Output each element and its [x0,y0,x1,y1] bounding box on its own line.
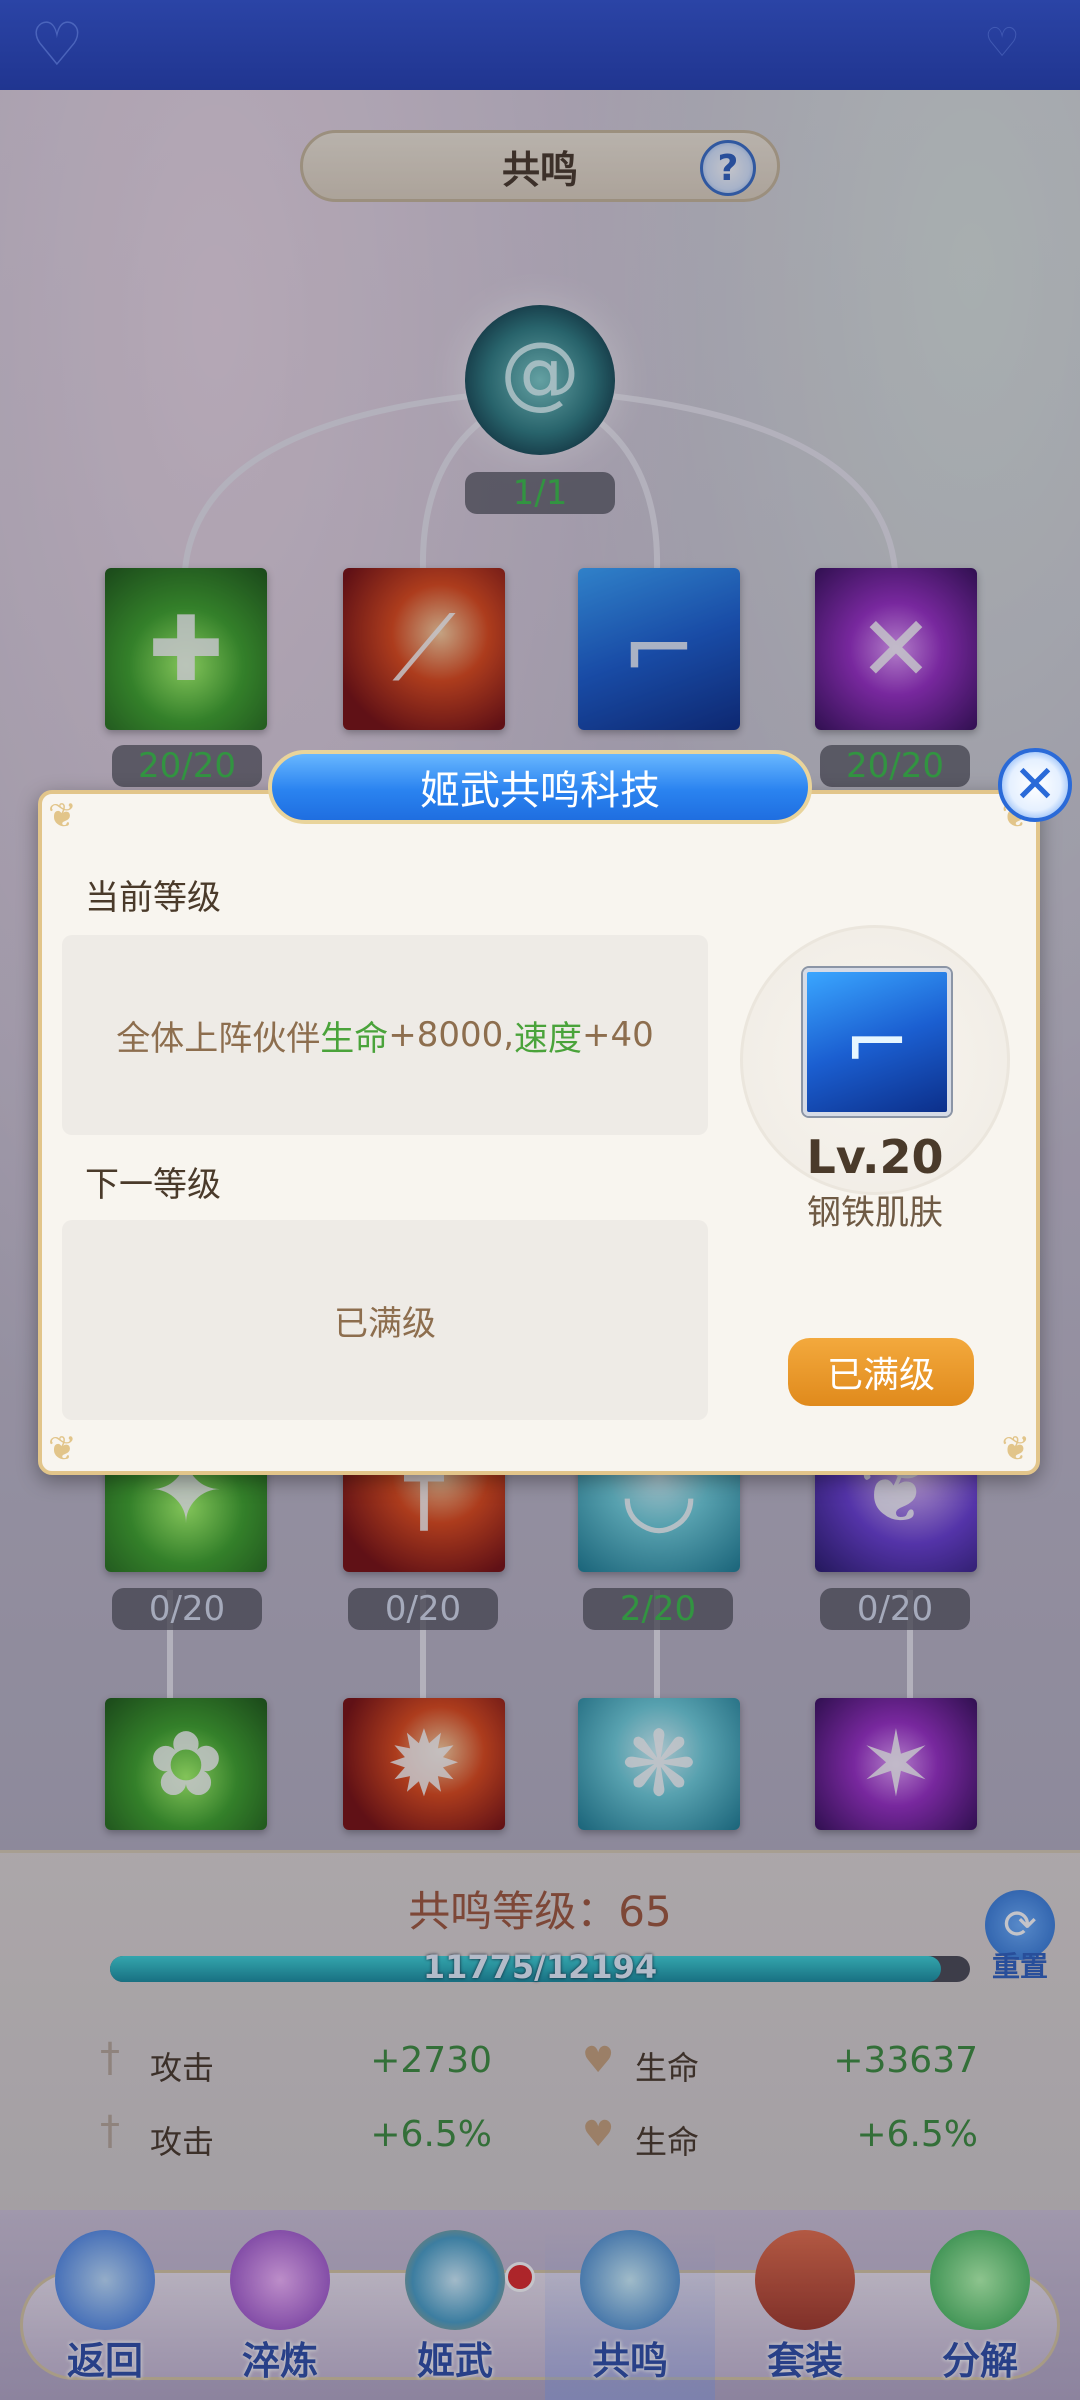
effect-stat: 速度 [514,1018,583,1059]
heart-decoration-icon: ♡ [30,10,84,80]
next-level-label: 下一等级 [85,1165,221,1205]
effect-value: +40 [582,1015,654,1055]
skill-large-icon: ⌐ [803,968,951,1116]
close-icon[interactable]: ✕ [998,748,1072,822]
heart-decoration-icon: ♡ [984,20,1020,66]
effect-stat: 生命 [320,1018,389,1059]
status-bar: ♡ ♡ [0,0,1080,90]
skill-level: Lv.20 [806,1130,944,1184]
next-level-text: 已满级 [334,1303,436,1344]
max-level-button[interactable]: 已满级 [788,1338,974,1406]
corner-ornament-icon: ❦ [48,1429,77,1469]
next-level-effect: 已满级 [62,1220,708,1420]
boot-icon: ⌐ [843,995,911,1089]
dialog-title: 姬武共鸣科技 [268,750,812,824]
skill-name: 钢铁肌肤 [807,1193,943,1233]
effect-text: 全体上阵伙伴 [116,1018,321,1059]
corner-ornament-icon: ❦ [1001,1429,1031,1469]
current-level-effect: 全体上阵伙伴 生命 +8000, 速度 +40 [62,935,708,1135]
effect-value: +8000, [388,1015,515,1055]
corner-ornament-icon: ❦ [48,796,77,836]
current-level-label: 当前等级 [85,878,221,918]
